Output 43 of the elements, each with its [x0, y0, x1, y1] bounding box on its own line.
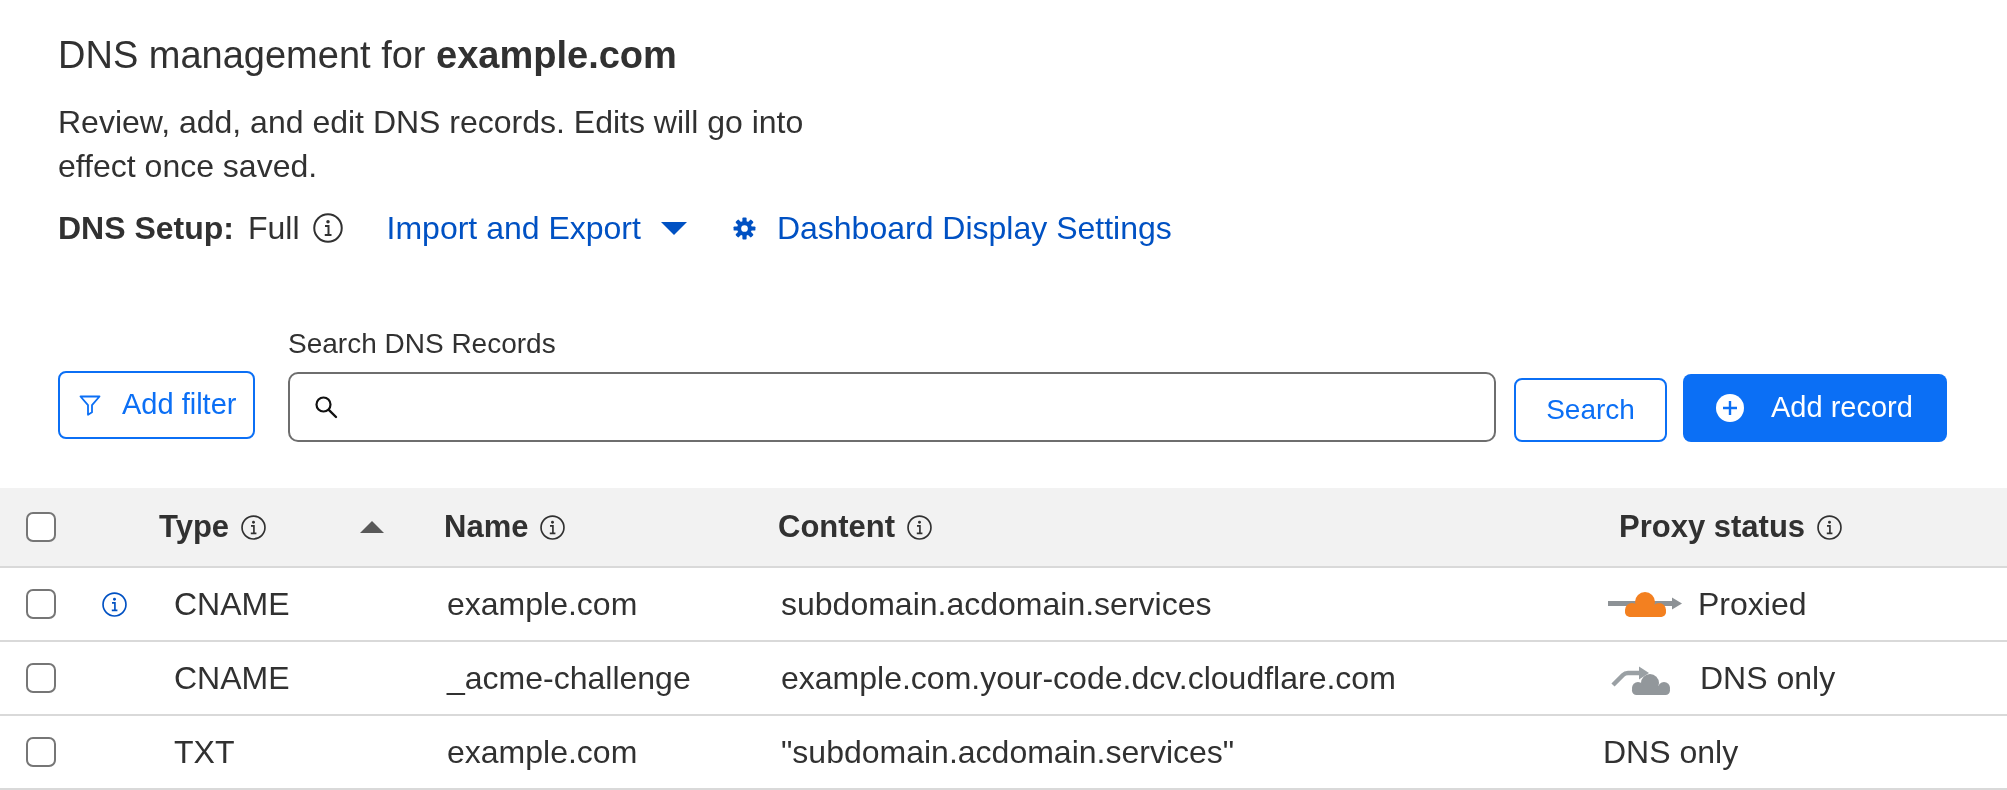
settings-link[interactable]: Dashboard Display Settings — [732, 204, 1172, 252]
record-name: _acme-challenge — [447, 659, 691, 698]
dns-setup-value: Full — [248, 209, 300, 248]
record-content: subdomain.acdomain.services — [781, 585, 1212, 624]
column-header[interactable]: Type — [159, 503, 230, 551]
proxy-status: DNS only — [1603, 733, 1739, 772]
search-label: Search DNS Records — [288, 327, 556, 361]
search-field[interactable] — [288, 372, 1496, 442]
record-content: "subdomain.acdomain.services" — [781, 733, 1235, 772]
filter-icon — [78, 393, 102, 417]
info-icon[interactable] — [102, 591, 127, 617]
record-name: example.com — [447, 585, 638, 624]
checkbox[interactable] — [26, 512, 56, 542]
dropdown-link[interactable]: Import and Export — [386, 204, 687, 252]
add-record-button[interactable]: Add record — [1683, 374, 1947, 442]
dns-setup-label: DNS Setup: — [58, 209, 234, 248]
column-header[interactable]: Name — [444, 503, 529, 551]
column-header[interactable]: Content — [778, 503, 896, 551]
search-button[interactable]: Search — [1514, 378, 1667, 442]
record-type: TXT — [174, 733, 235, 772]
record-name: example.com — [447, 733, 638, 772]
page-title: DNS management for example.com — [58, 33, 677, 78]
add-filter-button[interactable]: Add filter — [58, 371, 255, 439]
settings-icon — [732, 216, 756, 240]
record-content: example.com.your-code.dcv.cloudflare.com — [781, 659, 1396, 698]
page-description: Review, add, and edit DNS records. Edits will go into effect once saved. — [58, 103, 805, 186]
info-icon[interactable] — [241, 514, 267, 540]
sort-caret-icon[interactable] — [360, 521, 384, 533]
info-icon[interactable] — [540, 514, 566, 540]
record-type: CNAME — [174, 585, 290, 624]
caret-down-icon — [660, 221, 687, 235]
checkbox[interactable] — [26, 737, 56, 767]
column-header[interactable]: Proxy status — [1619, 503, 1806, 551]
info-icon[interactable] — [312, 213, 343, 243]
record-type: CNAME — [174, 659, 290, 698]
checkbox[interactable] — [26, 589, 56, 619]
plus-circle-icon — [1716, 394, 1744, 422]
info-icon[interactable] — [1817, 514, 1843, 540]
info-icon[interactable] — [907, 514, 933, 540]
proxy-status: Proxied — [1698, 585, 1807, 624]
proxy-status: DNS only — [1700, 659, 1836, 698]
search-icon — [314, 395, 338, 419]
checkbox[interactable] — [26, 663, 56, 693]
